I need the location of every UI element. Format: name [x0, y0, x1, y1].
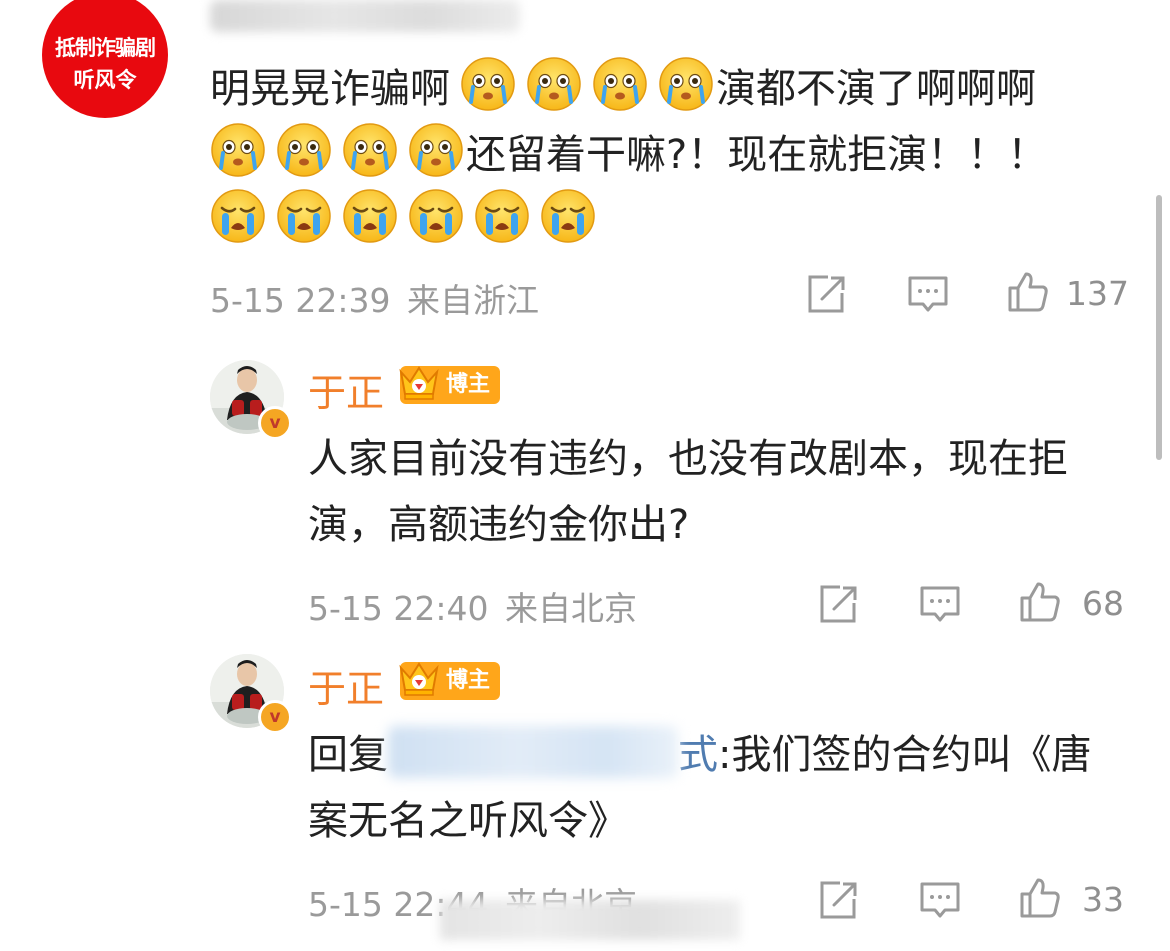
comment-text-part3: 还留着干嘛?！现在就拒演！！！ — [466, 132, 1048, 178]
edit-share-icon[interactable] — [816, 582, 860, 626]
crying-face-icon — [526, 56, 582, 112]
root-comment-text: 明晃晃诈骗啊 演都不演了啊啊啊 还留着干嘛?！现在就拒演！！！ — [210, 56, 1130, 254]
avatar-text-line2: 听风令 — [73, 67, 137, 92]
blogger-badge: 博主 — [400, 662, 501, 700]
comment-icon[interactable] — [918, 582, 962, 626]
wailing-face-icon — [474, 188, 530, 244]
comment-icon[interactable] — [906, 272, 950, 316]
root-comment-meta: 5-15 22:39 来自浙江 — [210, 274, 539, 322]
reply-meta: 5-15 22:40 来自北京 — [308, 582, 637, 630]
wailing-face-icon — [210, 188, 266, 244]
location: 来自北京 — [505, 589, 637, 628]
wailing-face-icon — [276, 188, 332, 244]
wailing-face-icon — [540, 188, 596, 244]
crying-face-icon — [658, 56, 714, 112]
timestamp: 5-15 22:40 — [308, 589, 489, 628]
thumbs-up-icon[interactable] — [1006, 270, 1050, 314]
blurred-mention[interactable] — [388, 726, 678, 778]
blurred-username — [210, 0, 520, 32]
crying-face-icon — [276, 122, 332, 178]
wailing-face-icon — [408, 188, 464, 244]
mention-tail[interactable]: 式 — [678, 732, 718, 778]
crying-face-icon — [460, 56, 516, 112]
reply-text: 人家目前没有违约，也没有改剧本，现在拒演，高额违约金你出? — [308, 436, 1068, 548]
like-count: 33 — [1082, 880, 1124, 919]
blogger-badge: 博主 — [400, 366, 501, 404]
comment-text-part2: 演都不演了啊啊啊 — [716, 66, 1036, 112]
verified-v-icon: v — [258, 406, 292, 440]
thumbs-up-icon[interactable] — [1018, 580, 1062, 624]
crying-face-icon — [592, 56, 648, 112]
comment-text-part1: 明晃晃诈骗啊 — [210, 66, 450, 112]
user-avatar[interactable]: 抵制诈骗剧 听风令 — [42, 0, 168, 118]
like-count: 137 — [1066, 274, 1129, 313]
reply-username[interactable]: 于正 — [308, 658, 384, 713]
crying-face-icon — [408, 122, 464, 178]
crown-icon — [398, 362, 440, 404]
edit-share-icon[interactable] — [804, 272, 848, 316]
edit-share-icon[interactable] — [816, 878, 860, 922]
verified-v-icon: v — [258, 700, 292, 734]
blurred-watermark — [440, 900, 740, 940]
comment-icon[interactable] — [918, 878, 962, 922]
scrollbar[interactable] — [1156, 195, 1162, 460]
like-count: 68 — [1082, 584, 1124, 623]
thumbs-up-icon[interactable] — [1018, 876, 1062, 920]
avatar-text-line1: 抵制诈骗剧 — [55, 35, 156, 60]
timestamp: 5-15 22:39 — [210, 281, 391, 320]
reply-prefix: 回复 — [308, 732, 388, 778]
crying-face-icon — [210, 122, 266, 178]
reply-text: 回复 式:我们签的合约叫《唐案无名之听风令》 — [308, 722, 1118, 854]
reply-username[interactable]: 于正 — [308, 362, 384, 417]
location: 来自浙江 — [407, 281, 539, 320]
crown-icon — [398, 658, 440, 700]
crying-face-icon — [342, 122, 398, 178]
wailing-face-icon — [342, 188, 398, 244]
